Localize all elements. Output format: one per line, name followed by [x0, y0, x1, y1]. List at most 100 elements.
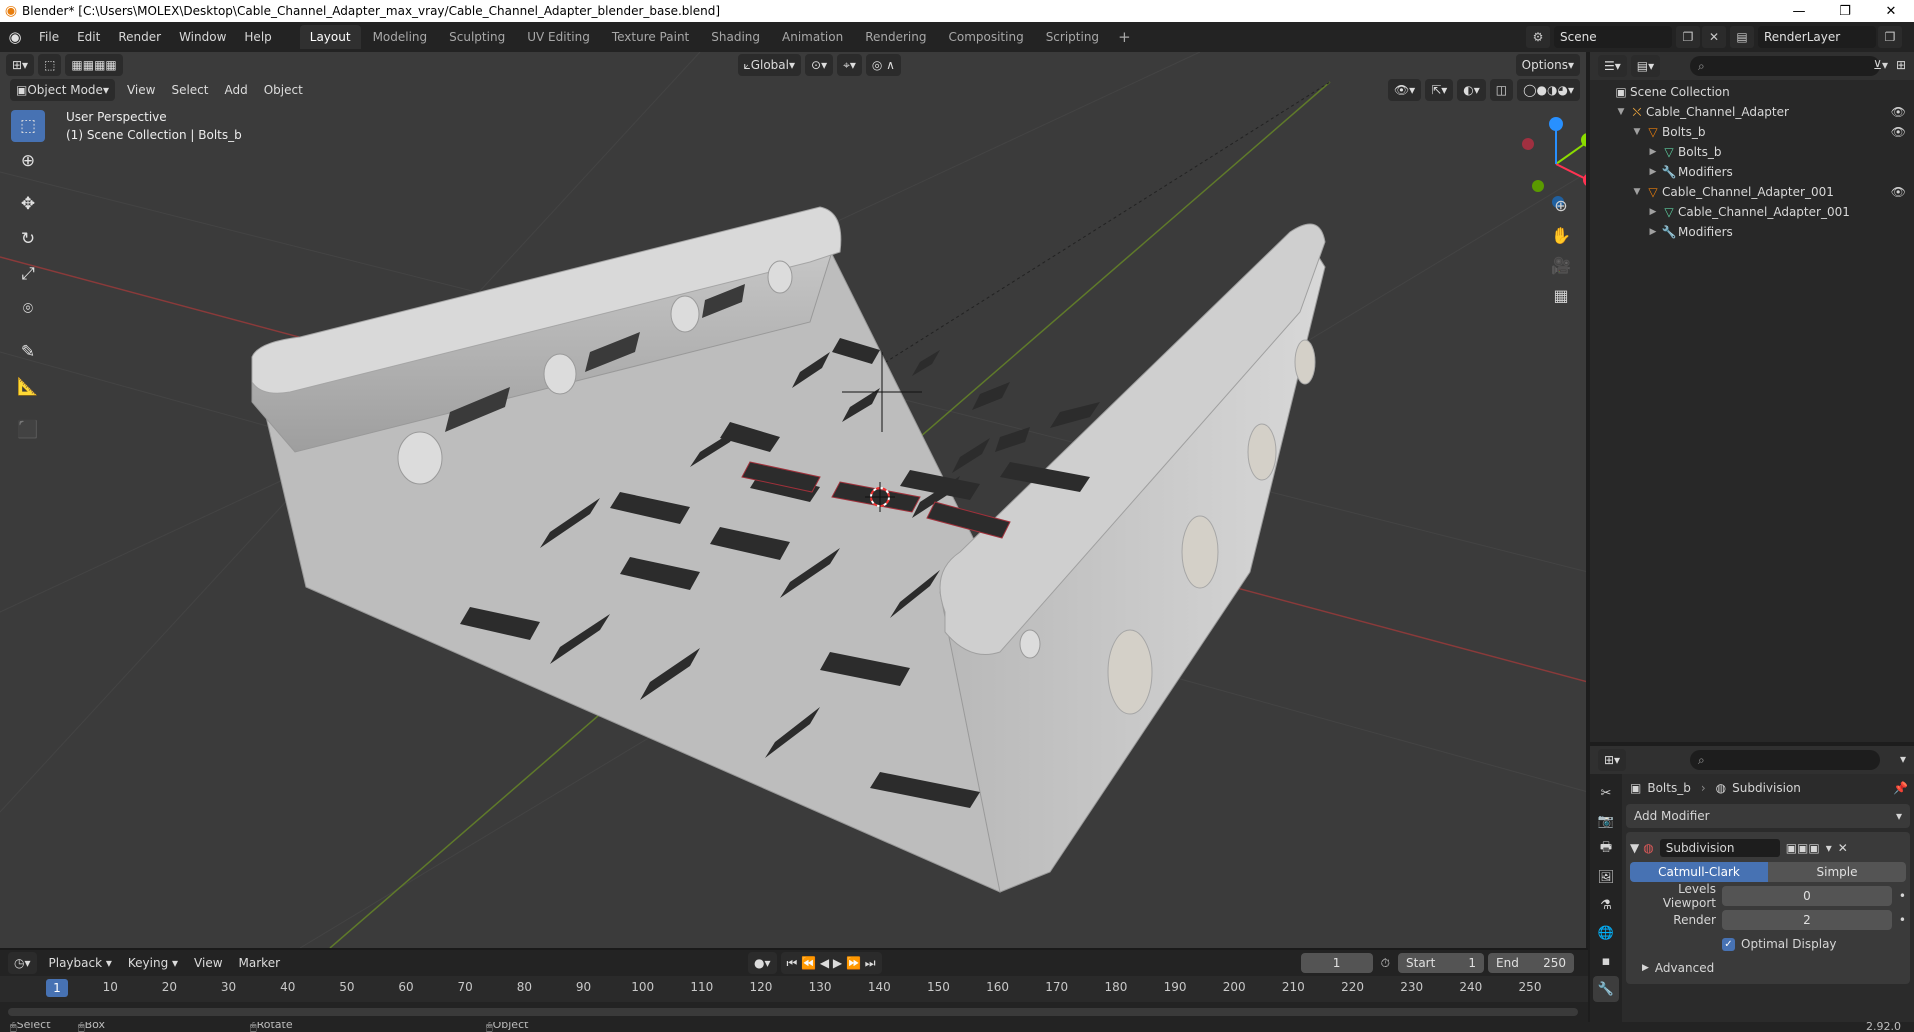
- add-cube-tool-icon[interactable]: ⬛: [11, 414, 45, 446]
- outliner-item[interactable]: ▶ 🔧 Modifiers: [1590, 222, 1914, 242]
- outliner-search-input[interactable]: ⌕: [1690, 56, 1880, 76]
- levels-viewport-field[interactable]: 0: [1722, 886, 1892, 906]
- output-tab-icon[interactable]: 🖶: [1593, 836, 1619, 862]
- new-collection-icon[interactable]: ⊞: [1896, 58, 1906, 72]
- properties-options-icon[interactable]: ▾: [1900, 752, 1906, 766]
- optimal-display-checkbox[interactable]: ✓: [1722, 937, 1735, 951]
- minimize-button[interactable]: —: [1776, 0, 1822, 22]
- keyframe-dot-icon[interactable]: •: [1892, 889, 1906, 903]
- timeline-menu-playback[interactable]: Playback ▾: [41, 956, 120, 970]
- tab-texture-paint[interactable]: Texture Paint: [602, 25, 699, 49]
- filter-icon[interactable]: ⊻▾: [1873, 58, 1888, 72]
- outliner-item[interactable]: ▶ ▽ Cable_Channel_Adapter_001: [1590, 202, 1914, 222]
- disclosure-arrow-icon[interactable]: ▼: [1614, 107, 1628, 117]
- scene-selector-icon[interactable]: ⚙: [1526, 26, 1550, 48]
- modifier-visibility-icons[interactable]: ▣▣▣: [1786, 841, 1820, 855]
- viewport-menu-object[interactable]: Object: [256, 83, 311, 97]
- timeline-menu-view[interactable]: View: [186, 956, 230, 970]
- scene-tab-icon[interactable]: ⚗: [1593, 892, 1619, 918]
- new-view-layer-icon[interactable]: ❐: [1878, 26, 1902, 48]
- menu-file[interactable]: File: [30, 22, 68, 52]
- playback-controls[interactable]: ⏮ ⏪ ◀ ▶ ⏩ ⏭: [780, 952, 882, 974]
- pan-hand-icon[interactable]: ✋: [1546, 220, 1576, 250]
- outliner-scene-collection[interactable]: ▣ Scene Collection: [1590, 82, 1914, 102]
- options-dropdown[interactable]: Options ▾: [1515, 54, 1581, 76]
- transform-tool-icon[interactable]: ⌾: [11, 293, 45, 325]
- tab-compositing[interactable]: Compositing: [938, 25, 1033, 49]
- visibility-icon[interactable]: 👁▾: [1387, 79, 1422, 101]
- outliner-item[interactable]: ▶ 🔧 Modifiers: [1590, 162, 1914, 182]
- disclosure-arrow-icon[interactable]: ▶: [1646, 207, 1660, 217]
- select-mode-icon[interactable]: ⬚: [38, 54, 62, 76]
- disclosure-arrow-icon[interactable]: ▼: [1630, 127, 1644, 137]
- move-tool-icon[interactable]: ✥: [11, 188, 45, 220]
- outliner-item[interactable]: ▼ ▽ Bolts_b 👁: [1590, 122, 1914, 142]
- blender-menu-icon[interactable]: ◉: [0, 28, 30, 46]
- snap-icon[interactable]: ⌖▾: [837, 54, 862, 76]
- tab-modeling[interactable]: Modeling: [363, 25, 438, 49]
- ortho-grid-icon[interactable]: ▦: [1546, 280, 1576, 310]
- world-tab-icon[interactable]: 🌐: [1593, 920, 1619, 946]
- gizmo-icon[interactable]: ⇱▾: [1425, 79, 1454, 101]
- visibility-eye-icon[interactable]: 👁: [1891, 105, 1906, 119]
- pivot-icon[interactable]: ⊙▾: [805, 54, 834, 76]
- overlay-icon[interactable]: ◐▾: [1457, 79, 1486, 101]
- new-scene-icon[interactable]: ❐: [1676, 26, 1700, 48]
- disclosure-arrow-icon[interactable]: ▶: [1646, 227, 1660, 237]
- tab-rendering[interactable]: Rendering: [855, 25, 936, 49]
- annotate-tool-icon[interactable]: ✎: [11, 336, 45, 368]
- add-modifier-dropdown[interactable]: Add Modifier ▾: [1626, 804, 1910, 828]
- outliner-item[interactable]: ▼ ▽ Cable_Channel_Adapter_001 👁: [1590, 182, 1914, 202]
- tool-tab-icon[interactable]: ✂: [1593, 780, 1619, 806]
- viewport-menu-add[interactable]: Add: [216, 83, 255, 97]
- properties-search-input[interactable]: ⌕: [1690, 750, 1880, 770]
- timeline-menu-keying[interactable]: Keying ▾: [120, 956, 186, 970]
- viewport-menu-select[interactable]: Select: [163, 83, 216, 97]
- render-tab-icon[interactable]: 📷: [1593, 808, 1619, 834]
- transform-orientation[interactable]: ⟀ Global ▾: [737, 54, 802, 76]
- properties-editor-type-icon[interactable]: ⊞▾: [1598, 749, 1627, 771]
- selection-set-icons[interactable]: ▦▦▦▦: [65, 54, 123, 76]
- menu-window[interactable]: Window: [170, 22, 235, 52]
- xray-icon[interactable]: ◫: [1489, 79, 1514, 101]
- optimal-display-row[interactable]: ✓ Optimal Display: [1630, 932, 1906, 956]
- tab-animation[interactable]: Animation: [772, 25, 853, 49]
- add-workspace-icon[interactable]: +: [1110, 28, 1139, 46]
- visibility-eye-icon[interactable]: 👁: [1891, 125, 1906, 139]
- maximize-button[interactable]: ❐: [1822, 0, 1868, 22]
- rotate-tool-icon[interactable]: ↻: [11, 223, 45, 255]
- remove-modifier-icon[interactable]: ✕: [1838, 841, 1848, 855]
- proportional-icon[interactable]: ◎ ∧: [865, 54, 901, 76]
- timeline-menu-marker[interactable]: Marker: [231, 956, 288, 970]
- object-tab-icon[interactable]: ▪: [1593, 948, 1619, 974]
- shading-mode-icons[interactable]: ◯●◑◕▾: [1517, 79, 1580, 101]
- editor-type-icon[interactable]: ⊞▾: [6, 54, 35, 76]
- close-button[interactable]: ✕: [1868, 0, 1914, 22]
- delete-scene-icon[interactable]: ✕: [1702, 26, 1726, 48]
- catmull-clark-button[interactable]: Catmull-Clark: [1630, 862, 1768, 882]
- zoom-icon[interactable]: ⊕: [1546, 190, 1576, 220]
- measure-tool-icon[interactable]: 📐: [11, 371, 45, 403]
- simple-button[interactable]: Simple: [1768, 862, 1906, 882]
- viewport-menu-view[interactable]: View: [119, 83, 163, 97]
- view-layer-icon[interactable]: ▤: [1730, 26, 1754, 48]
- disclosure-arrow-icon[interactable]: ▼: [1630, 187, 1644, 197]
- current-frame-marker[interactable]: 1: [46, 979, 68, 997]
- menu-help[interactable]: Help: [235, 22, 280, 52]
- disclosure-arrow-icon[interactable]: ▶: [1646, 167, 1660, 177]
- select-box-tool-icon[interactable]: ⬚: [11, 110, 45, 142]
- tab-scripting[interactable]: Scripting: [1036, 25, 1109, 49]
- keyframe-dot-icon[interactable]: •: [1892, 913, 1906, 927]
- render-levels-field[interactable]: 2: [1722, 910, 1892, 930]
- tab-sculpting[interactable]: Sculpting: [439, 25, 515, 49]
- modifier-menu-icon[interactable]: ▾: [1826, 841, 1832, 855]
- modifier-tab-icon[interactable]: 🔧: [1593, 976, 1619, 1002]
- view-layer-tab-icon[interactable]: 🖼: [1593, 864, 1619, 890]
- view-layer-field[interactable]: RenderLayer: [1758, 26, 1876, 48]
- 3d-viewport[interactable]: ⊞▾ ⬚ ▦▦▦▦ ⟀ Global ▾ ⊙▾ ⌖▾ ◎ ∧ Options ▾…: [0, 52, 1588, 948]
- object-mode-dropdown[interactable]: ▣ Object Mode ▾: [10, 79, 115, 101]
- scene-name-field[interactable]: Scene: [1554, 26, 1672, 48]
- end-frame-field[interactable]: End 250: [1488, 953, 1574, 973]
- tab-uv-editing[interactable]: UV Editing: [517, 25, 600, 49]
- timeline-scrollbar[interactable]: [8, 1008, 1578, 1016]
